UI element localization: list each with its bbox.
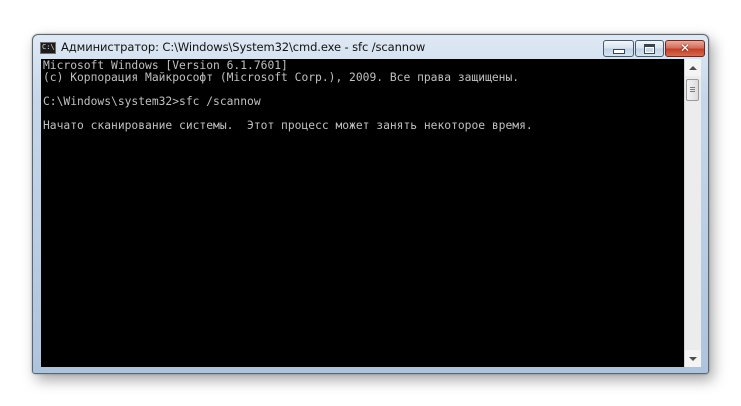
cmd-icon[interactable]: C:\: [40, 42, 56, 54]
minimize-icon: [612, 49, 625, 54]
title-bar[interactable]: C:\ Администратор: C:\Windows\System32\c…: [33, 35, 708, 59]
close-button[interactable]: ✕: [665, 40, 705, 57]
console-output[interactable]: Microsoft Windows [Version 6.1.7601] (c)…: [41, 59, 684, 367]
cmd-window: C:\ Администратор: C:\Windows\System32\c…: [32, 34, 709, 374]
scroll-up-arrow-icon: [689, 65, 697, 70]
cmd-icon-label: C:\: [42, 43, 55, 51]
window-title: Администратор: C:\Windows\System32\cmd.e…: [61, 40, 426, 54]
minimize-button[interactable]: [603, 40, 634, 57]
scroll-up-button[interactable]: [685, 59, 701, 76]
console-line: C:\Windows\system32>sfc /scannow: [43, 95, 261, 108]
vertical-scrollbar[interactable]: [684, 59, 701, 367]
close-icon: ✕: [679, 41, 691, 55]
console-line: Начато сканирование системы. Этот процес…: [43, 119, 533, 132]
scroll-down-arrow-icon: [689, 356, 697, 361]
maximize-button[interactable]: [635, 40, 664, 57]
scroll-down-button[interactable]: [685, 350, 701, 367]
scrollbar-thumb[interactable]: [686, 79, 699, 101]
console-line: (c) Корпорация Майкрософт (Microsoft Cor…: [43, 71, 520, 84]
maximize-icon: [644, 43, 655, 54]
